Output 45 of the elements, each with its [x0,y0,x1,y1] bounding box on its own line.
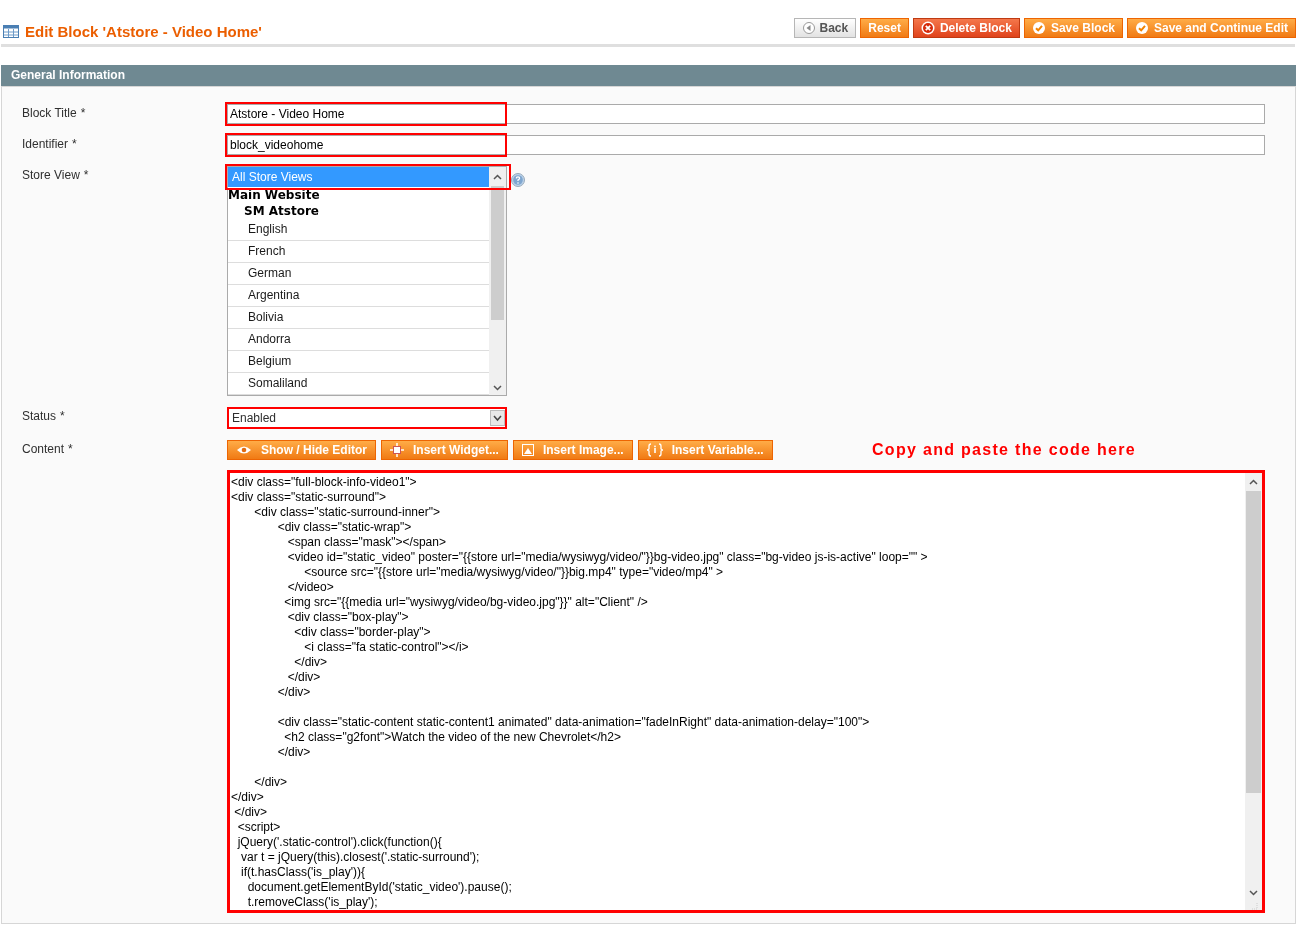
eye-icon [236,445,252,455]
delete-icon [920,20,935,35]
annotation-note: Copy and paste the code here [872,441,1136,459]
check-icon [1135,20,1149,35]
resize-grip-icon [1249,902,1258,910]
required-mark: * [80,106,86,120]
required-mark: * [60,409,65,423]
scrollbar[interactable] [1245,473,1262,910]
up-chevron-icon [1249,479,1258,485]
list-option[interactable]: English [228,219,489,241]
required-mark: * [68,442,73,456]
required-mark: * [83,168,89,182]
list-option[interactable]: French [228,241,489,263]
up-chevron-icon [493,174,502,180]
list-option[interactable]: Andorra [228,329,489,351]
braces-icon [646,443,663,457]
status-select[interactable]: Enabled [227,407,507,429]
list-option[interactable]: Argentina [228,285,489,307]
required-mark: * [72,137,77,151]
option-group: Main Website [228,187,489,203]
header-button[interactable]: Back [793,18,857,38]
field-label: Identifier [22,137,69,151]
down-chevron-icon [1249,890,1258,896]
code-text: <div class="full-block-info-video1"> <div class="static-surround"> <div class="static-surround-inner"> <div class="static-wrap"> <span class="mask"></span> <video id="static_video" poster="{{store url="media/wysiwyg/video/"}}bg-video.jpg" class="bg-video js-is-active" loop="" > <source src="{{store url="media/wysiwyg/video/"}}big.mp4" type="video/mp4" > </video> <img src="{{media url="wysiwyg/video/bg-video.jpg"}}" alt="Client" /> <div class="box-play"> <div class="border-play"> <i class="fa static-control"></i> </div> </div> </div> <div class="static-content static-content1 animated" data-animation="fadeInRight" data-animation-delay="100"> <h2 class="g2font">Watch the video of the new Chevrolet</h2> </div> </div> </div> </div> <script> jQuery('.static-control').click(function(){ var t = jQuery(this).closest('.static-surround'); if(t.hasClass('is_play')){ document.getElementById('static_video').pause(); t.removeClass('is_play'); [230,474,929,910]
list-option[interactable]: Belgium [228,351,489,373]
crosshair-icon [390,443,404,457]
field-label: Block Title [22,106,77,120]
down-chevron-icon [493,385,502,391]
page-title: Edit Block 'Atstore - Video Home' [25,22,262,40]
list-option[interactable]: German [228,263,489,285]
check-icon [1031,20,1046,35]
field-label: Content [22,442,65,456]
list-option[interactable]: Bolivia [228,307,489,329]
grid-icon [3,24,19,38]
option-group: SM Atstore [228,203,489,219]
code-editor[interactable] [227,470,1265,913]
text-field[interactable]: Atstore - Video Home [227,104,1265,124]
field-label: Status [22,409,57,423]
section-header: General Information [1,65,1296,87]
scrollbar[interactable] [489,167,506,395]
field-label: Store View [22,168,80,182]
help-icon [511,173,525,187]
list-option[interactable]: Somaliland [228,373,489,395]
text-field[interactable]: block_videohome [227,135,1265,155]
image-icon [521,444,534,456]
